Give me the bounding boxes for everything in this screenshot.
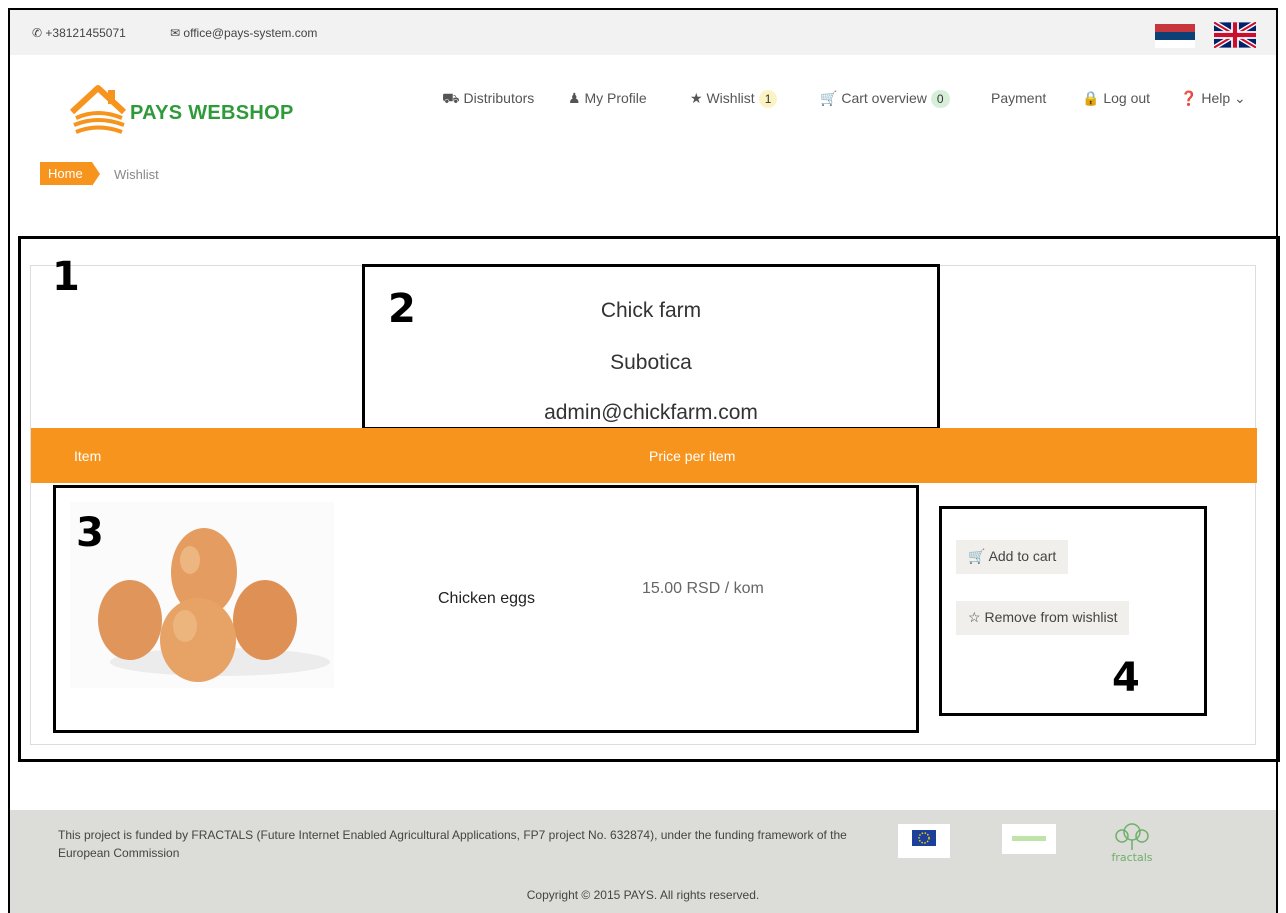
uk-flag-icon[interactable] <box>1214 22 1256 48</box>
nav-my-profile[interactable]: ♟ My Profile <box>568 90 647 107</box>
breadcrumb-current: Wishlist <box>114 167 159 182</box>
funding-notice: This project is funded by FRACTALS (Futu… <box>58 828 847 860</box>
annotation-number-2: 2 <box>388 286 416 332</box>
vendor-city: Subotica <box>610 351 692 374</box>
truck-icon: ⛟ <box>442 90 460 106</box>
nav-wishlist-label: Wishlist <box>706 90 755 106</box>
question-circle-icon: ❓ <box>1180 90 1198 106</box>
user-icon: ♟ <box>568 90 581 106</box>
future-internet-logo-icon[interactable] <box>1002 824 1056 854</box>
nav-distributors[interactable]: ⛟ Distributors <box>442 90 534 109</box>
add-to-cart-label: Add to cart <box>988 548 1057 564</box>
annotation-number-3: 3 <box>76 510 104 556</box>
breadcrumb-home[interactable]: Home <box>40 162 100 186</box>
add-to-cart-button[interactable]: 🛒 Add to cart <box>956 540 1069 574</box>
chevron-down-icon: ⌄ <box>1234 90 1246 106</box>
nav-wishlist[interactable]: ★ Wishlist 1 <box>690 90 778 108</box>
nav-payment[interactable]: Payment <box>991 90 1046 106</box>
nav-distributors-label: Distributors <box>463 90 535 106</box>
remove-from-wishlist-label: Remove from wishlist <box>984 609 1118 625</box>
phone-icon: ✆ <box>32 26 43 40</box>
vendor-email: admin@chickfarm.com <box>544 401 758 424</box>
eu-flag-logo-icon[interactable] <box>898 824 950 858</box>
nav-cart-label: Cart overview <box>841 90 927 106</box>
serbian-flag-icon[interactable] <box>1155 24 1195 48</box>
annotation-box-item-details <box>53 485 919 733</box>
annotation-number-1: 1 <box>52 254 80 300</box>
email-contact[interactable]: ✉ office@pays-system.com <box>170 26 317 40</box>
fractals-tree-logo-icon[interactable]: fractals <box>1104 820 1160 864</box>
cart-icon: 🛒 <box>820 90 838 106</box>
phone-contact[interactable]: ✆ +38121455071 <box>32 26 126 40</box>
star-icon: ★ <box>690 90 703 106</box>
cart-icon: 🛒 <box>968 548 986 564</box>
nav-help-label: Help <box>1201 90 1231 106</box>
nav-payment-label: Payment <box>991 90 1047 106</box>
remove-from-wishlist-button[interactable]: ☆ Remove from wishlist <box>956 601 1130 635</box>
cart-count-badge: 0 <box>930 90 950 108</box>
nav-log-out[interactable]: 🔒 Log out <box>1082 90 1150 107</box>
envelope-icon: ✉ <box>170 26 181 40</box>
annotation-number-4: 4 <box>1112 655 1140 701</box>
brand-name[interactable]: PAYS WEBSHOP <box>130 102 294 125</box>
wishlist-count-badge: 1 <box>758 90 778 108</box>
item-price: 15.00 RSD / kom <box>642 580 764 597</box>
phone-number: +38121455071 <box>45 26 126 40</box>
top-contact-bar: ✆ +38121455071 ✉ office@pays-system.com <box>10 10 1276 55</box>
vendor-name: Chick farm <box>600 299 702 322</box>
nav-help[interactable]: ❓ Help ⌄ <box>1180 90 1246 107</box>
fractals-logo-text: fractals <box>1111 851 1152 864</box>
column-header-item: Item <box>74 448 102 464</box>
nav-cart-overview[interactable]: 🛒 Cart overview 0 <box>820 90 950 108</box>
email-address: office@pays-system.com <box>183 26 318 40</box>
copyright-text: Copyright © 2015 PAYS. All rights reserv… <box>526 888 760 902</box>
item-name[interactable]: Chicken eggs <box>438 590 535 608</box>
lock-icon: 🔒 <box>1082 90 1100 106</box>
annotation-box-vendor-info: Chick farm Subotica admin@chickfarm.com <box>362 264 940 430</box>
nav-profile-label: My Profile <box>584 90 647 106</box>
nav-logout-label: Log out <box>1103 90 1151 106</box>
site-footer: This project is funded by FRACTALS (Futu… <box>10 810 1276 913</box>
star-outline-icon: ☆ <box>968 609 981 625</box>
column-header-price: Price per item <box>649 448 736 464</box>
wishlist-table-header: Item Price per item <box>31 428 1257 483</box>
